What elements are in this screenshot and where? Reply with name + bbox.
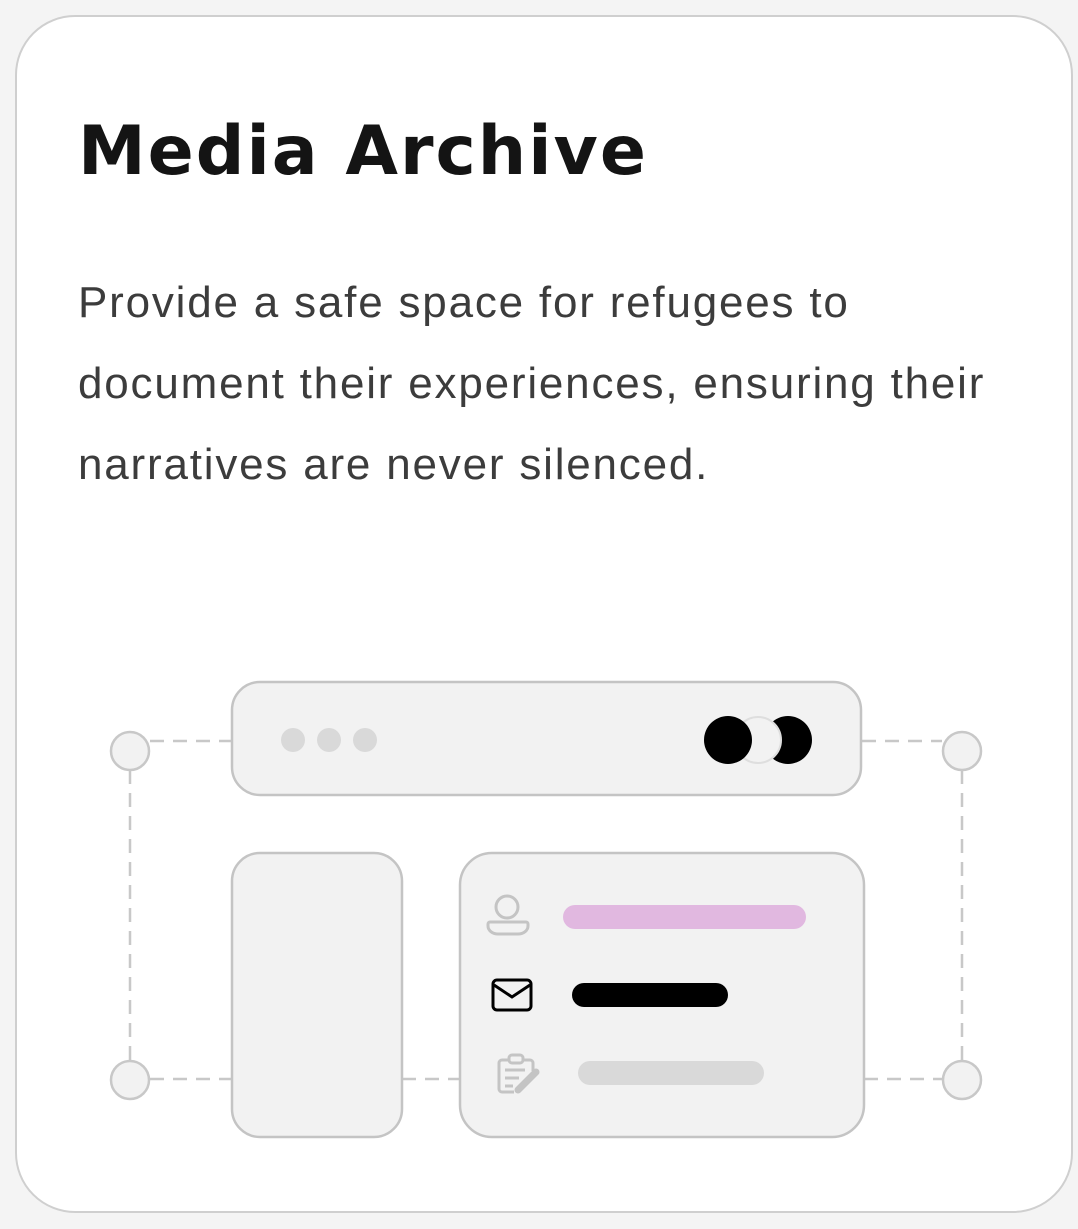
toggle-circles-icon [704,716,812,764]
notes-bar [578,1061,764,1085]
email-bar [572,983,728,1007]
browser-bar [230,680,863,797]
window-dots-icon [281,728,377,752]
name-bar [563,905,806,929]
form-panel [458,851,866,1139]
sidebar-panel [230,851,404,1139]
ui-illustration [109,680,983,1139]
